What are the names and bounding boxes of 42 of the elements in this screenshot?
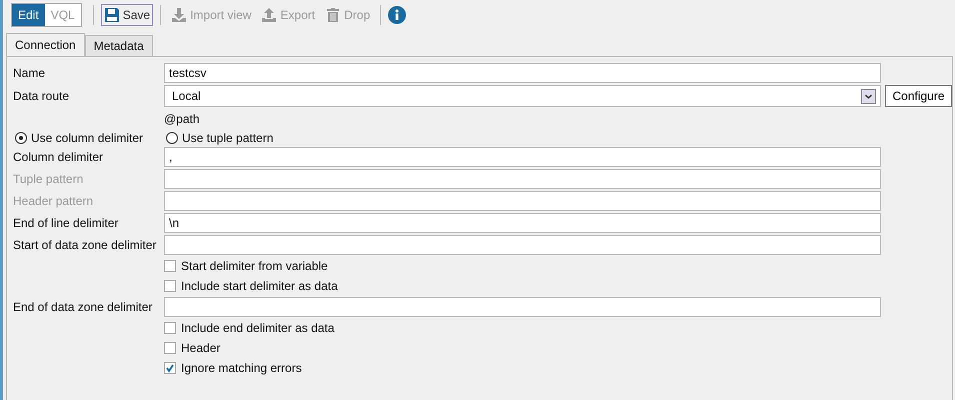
checkbox-label: Start delimiter from variable [181, 259, 328, 273]
field-label: End of line delimiter [13, 216, 120, 230]
field-label: Start of data zone delimiter [13, 238, 158, 252]
configure-button[interactable]: Configure [885, 85, 952, 107]
info-icon[interactable] [388, 6, 406, 24]
checkbox[interactable] [164, 362, 176, 374]
input-field[interactable] [164, 297, 881, 317]
tab[interactable]: Metadata [84, 35, 153, 56]
field-label: Column delimiter [13, 150, 104, 164]
dropdown[interactable]: Local [164, 85, 881, 107]
trash-icon [325, 7, 342, 23]
field-label: Name [13, 66, 46, 80]
input-field[interactable] [164, 191, 881, 211]
field-label: Data route [13, 89, 70, 103]
save-icon [104, 7, 120, 23]
path-text: @path [164, 111, 201, 128]
checkbox[interactable] [164, 260, 176, 272]
checkbox[interactable] [164, 280, 176, 292]
checkbox-label: Include end delimiter as data [181, 321, 334, 335]
field-label: Tuple pattern [13, 172, 84, 186]
tab[interactable]: Connection [6, 33, 85, 56]
input-field[interactable]: testcsv [164, 63, 881, 83]
checkbox[interactable] [164, 322, 176, 334]
input-field[interactable] [164, 169, 881, 189]
mode-tab[interactable]: Edit [12, 4, 45, 26]
checkbox[interactable] [164, 342, 176, 354]
radio-label: Use tuple pattern [182, 131, 274, 145]
radio-button[interactable] [166, 132, 178, 144]
caret-icon [861, 88, 876, 104]
radio-button[interactable] [15, 132, 27, 144]
checkbox-label: Include start delimiter as data [181, 279, 338, 293]
upload-icon [261, 7, 278, 23]
checkbox-label: Header [181, 341, 220, 355]
field-label: Header pattern [13, 194, 94, 208]
input-field[interactable] [164, 235, 881, 255]
field-label: End of data zone delimiter [13, 300, 154, 314]
radio-label: Use column delimiter [31, 131, 144, 145]
input-field[interactable]: , [164, 147, 881, 167]
save-button[interactable]: Save [100, 4, 154, 26]
download-icon [171, 7, 188, 23]
input-field[interactable]: \n [164, 213, 881, 233]
checkbox-label: Ignore matching errors [181, 361, 302, 375]
